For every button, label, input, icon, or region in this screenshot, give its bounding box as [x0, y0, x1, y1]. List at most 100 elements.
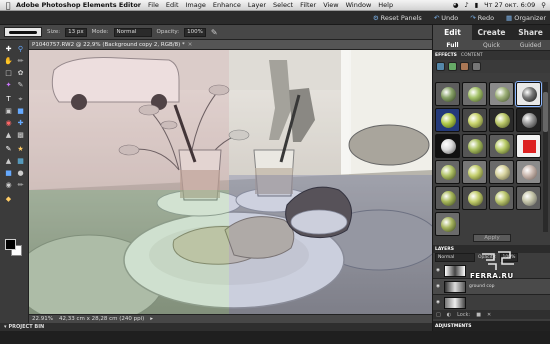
blur-tool-icon[interactable]: ● — [15, 168, 26, 178]
effect-thumbnail[interactable] — [435, 134, 460, 158]
effect-thumbnail[interactable] — [435, 82, 460, 106]
type-tool-icon[interactable]: T — [3, 94, 14, 104]
menu-view[interactable]: View — [323, 1, 338, 9]
brush-preset-picker[interactable] — [4, 27, 42, 37]
shape-tool-icon[interactable]: ■ — [3, 168, 14, 178]
layer-visibility-icon[interactable]: ◉ — [435, 268, 441, 273]
close-document-icon[interactable]: ✕ — [188, 42, 193, 48]
effect-thumbnail-selected[interactable] — [515, 81, 542, 107]
smart-brush-tool-icon[interactable]: ★ — [15, 144, 26, 154]
cookie-cutter-tool-icon[interactable]: ■ — [15, 106, 26, 116]
wifi-icon[interactable]: ◕ — [453, 1, 459, 9]
menu-file[interactable]: File — [148, 1, 159, 9]
menu-window[interactable]: Window — [346, 1, 372, 9]
effects-scrollbar[interactable] — [543, 82, 548, 232]
filters-category-icon[interactable] — [436, 62, 445, 71]
quick-selection-tool-icon[interactable]: ✎ — [15, 80, 26, 90]
effect-thumbnail[interactable] — [516, 160, 541, 184]
clone-stamp-tool-icon[interactable]: ▲ — [3, 130, 14, 140]
lock-icon[interactable]: ■ — [476, 312, 481, 318]
sponge-tool-icon[interactable]: ◉ — [3, 180, 14, 190]
volume-icon[interactable]: ♪ — [464, 1, 468, 9]
effect-thumbnail[interactable] — [516, 134, 541, 158]
redo-button[interactable]: ↷ Redo — [470, 14, 494, 22]
menu-select[interactable]: Select — [273, 1, 293, 9]
effect-thumbnail[interactable] — [462, 186, 487, 210]
custom-shape-tool-icon[interactable]: ◆ — [3, 194, 14, 204]
mode-select[interactable]: Normal — [113, 27, 152, 37]
tab-edit[interactable]: Edit — [433, 25, 472, 40]
menu-edit[interactable]: Edit — [166, 1, 179, 9]
undo-button[interactable]: ↶ Undo — [434, 14, 458, 22]
zoom-tool-icon[interactable]: ⚲ — [15, 44, 26, 54]
tab-content[interactable]: CONTENT — [461, 53, 483, 58]
opacity-field[interactable]: 100% — [184, 27, 206, 37]
effect-thumbnail[interactable] — [435, 186, 460, 210]
tab-share[interactable]: Share — [511, 25, 550, 40]
tab-guided[interactable]: Guided — [511, 40, 550, 50]
all-effects-category-icon[interactable] — [472, 62, 481, 71]
reset-panels-button[interactable]: ⚙ Reset Panels — [373, 14, 422, 22]
effect-thumbnail[interactable] — [462, 160, 487, 184]
adjustment-layer-icon[interactable]: ◐ — [447, 312, 451, 318]
menu-image[interactable]: Image — [186, 1, 206, 9]
magic-wand-tool-icon[interactable]: ✦ — [3, 80, 14, 90]
layer-row[interactable]: ◉ ground cop — [433, 279, 550, 295]
effect-thumbnail[interactable] — [462, 108, 487, 132]
apply-button[interactable]: Apply — [473, 234, 511, 242]
tab-create[interactable]: Create — [472, 25, 511, 40]
status-arrow-icon[interactable]: ▸ — [150, 316, 153, 322]
photo-effects-category-icon[interactable] — [460, 62, 469, 71]
brush-tool-icon[interactable]: ✎ — [3, 144, 14, 154]
paint-bucket-tool-icon[interactable]: ▲ — [3, 156, 14, 166]
brush-size-field[interactable]: 13 px — [65, 27, 87, 37]
tab-effects[interactable]: EFFECTS — [435, 53, 457, 58]
layer-visibility-icon[interactable]: ◉ — [435, 300, 441, 305]
effect-thumbnail[interactable] — [435, 160, 460, 184]
foreground-color-swatch[interactable] — [5, 239, 16, 250]
effect-thumbnail[interactable] — [516, 186, 541, 210]
layer-styles-category-icon[interactable] — [448, 62, 457, 71]
clock[interactable]: Чт 27 окт. 6:09 — [484, 1, 535, 9]
effects-scrollbar-thumb[interactable] — [543, 92, 548, 132]
marquee-tool-icon[interactable]: □ — [3, 68, 14, 78]
lasso-tool-icon[interactable]: ✿ — [15, 68, 26, 78]
delete-layer-icon[interactable]: ✕ — [487, 312, 491, 318]
app-name-menu[interactable]: Adobe Photoshop Elements Editor — [16, 1, 141, 9]
menu-layer[interactable]: Layer — [248, 1, 266, 9]
eyedropper-tool-icon[interactable]: ✏ — [15, 56, 26, 66]
spotlight-icon[interactable]: ⚲ — [541, 1, 546, 9]
organizer-button[interactable]: ▦ Organizer — [506, 14, 546, 22]
document-tab[interactable]: P1040757.RW2 @ 22,9% (Background copy 2,… — [29, 40, 432, 50]
healing-brush-tool-icon[interactable]: ✚ — [15, 118, 26, 128]
layer-row[interactable]: ◉ — [433, 295, 550, 311]
move-tool-icon[interactable]: ✚ — [3, 44, 14, 54]
red-eye-tool-icon[interactable]: ◉ — [3, 118, 14, 128]
zoom-level[interactable]: 22.91% — [32, 316, 53, 322]
effect-thumbnail[interactable] — [489, 82, 514, 106]
hand-tool-icon[interactable]: ✋ — [3, 56, 14, 66]
effect-thumbnail[interactable] — [489, 186, 514, 210]
blend-mode-select[interactable]: Normal — [435, 253, 475, 262]
eraser-tool-icon[interactable]: ▩ — [15, 130, 26, 140]
effect-thumbnail[interactable] — [489, 160, 514, 184]
new-layer-icon[interactable]: □ — [436, 312, 441, 318]
pencil-tool-icon[interactable]: ✏ — [15, 180, 26, 190]
gradient-tool-icon[interactable]: ▦ — [15, 156, 26, 166]
effect-thumbnail[interactable] — [516, 108, 541, 132]
effect-thumbnail[interactable] — [462, 134, 487, 158]
effect-thumbnail[interactable] — [462, 82, 487, 106]
effect-thumbnail[interactable] — [489, 134, 514, 158]
menu-enhance[interactable]: Enhance — [213, 1, 241, 9]
battery-icon[interactable]: ▮ — [475, 1, 479, 9]
crop-tool-icon[interactable]: ⌖ — [15, 94, 26, 104]
recompose-tool-icon[interactable]: ▣ — [3, 106, 14, 116]
apple-menu-icon[interactable]:  — [0, 1, 16, 10]
layer-visibility-icon[interactable]: ◉ — [435, 284, 441, 289]
airbrush-icon[interactable]: ✎ — [211, 28, 218, 37]
adjustments-panel-header[interactable]: ADJUSTMENTS — [433, 321, 550, 331]
menu-filter[interactable]: Filter — [300, 1, 316, 9]
tab-full[interactable]: Full — [433, 40, 472, 50]
project-bin-header[interactable]: ▾ PROJECT BIN — [0, 323, 432, 331]
menu-help[interactable]: Help — [378, 1, 393, 9]
